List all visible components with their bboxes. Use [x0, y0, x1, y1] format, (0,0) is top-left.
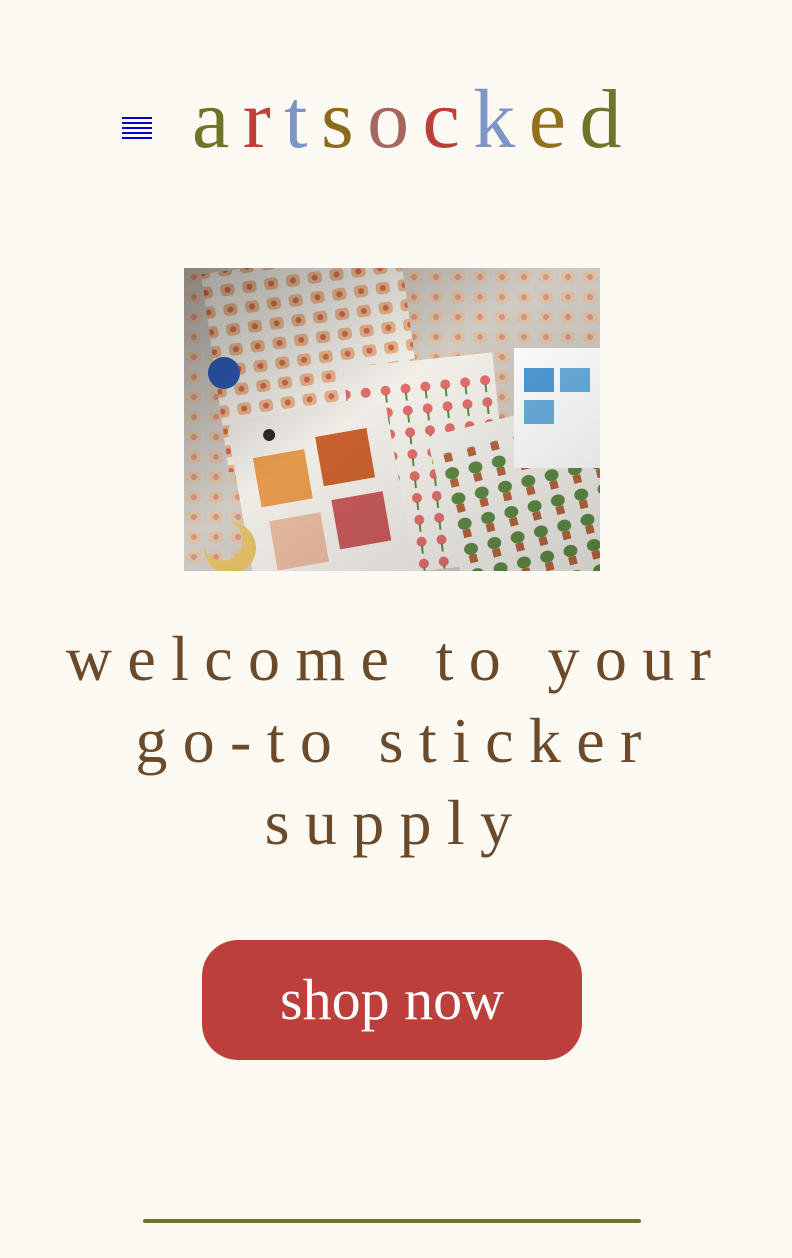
brand-letter: r — [242, 73, 285, 166]
headline-line: supply — [264, 787, 528, 858]
brand-letter: d — [579, 73, 635, 166]
brand-letter: c — [422, 73, 474, 166]
brand-letter: o — [367, 73, 423, 166]
headline-line: go-to sticker — [135, 705, 657, 776]
brand-letter: a — [192, 73, 243, 166]
brand-logo[interactable]: artsocked — [192, 78, 635, 162]
brand-letter: k — [473, 73, 529, 166]
headline-line: welcome to your — [65, 623, 727, 694]
hamburger-menu-icon[interactable] — [122, 117, 152, 145]
brand-letter: t — [284, 73, 321, 166]
section-divider — [143, 1219, 641, 1223]
shop-now-button[interactable]: shop now — [202, 940, 582, 1060]
brand-letter: e — [528, 73, 580, 166]
hero-headline: welcome to your go-to sticker supply — [20, 618, 772, 864]
brand-letter: s — [320, 73, 368, 166]
hero-sticker-photo — [184, 268, 600, 571]
